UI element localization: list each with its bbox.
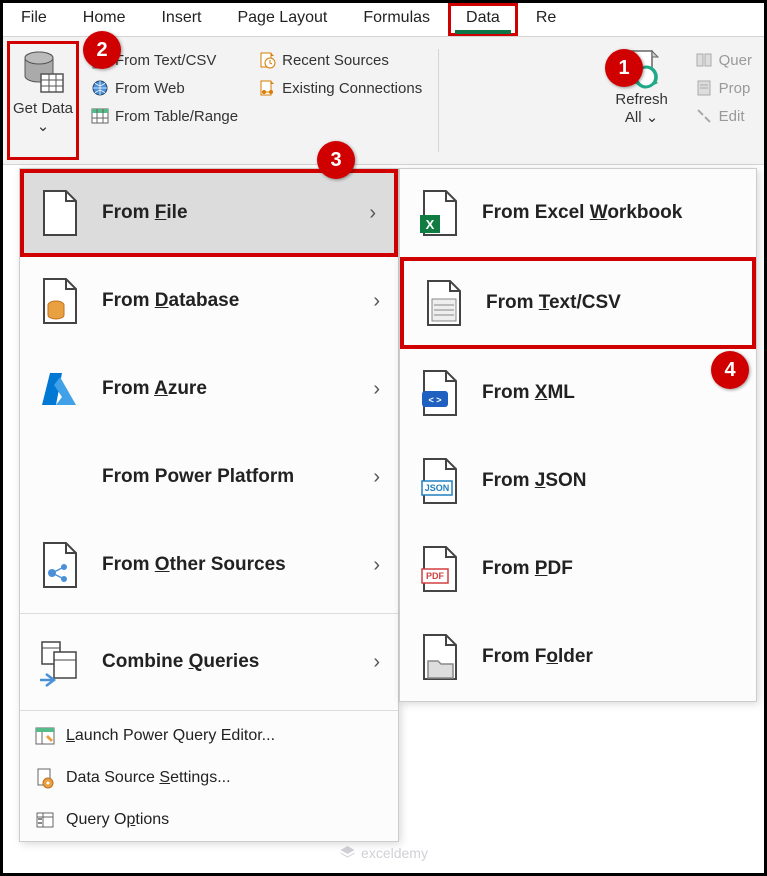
menu-label: Launch Power Query Editor... [66,727,275,745]
globe-icon [91,79,109,97]
menu-label: From File [102,202,188,224]
menu-label: From JSON [482,470,587,492]
ribbon-tabs: File Home Insert Page Layout Formulas Da… [3,3,764,37]
submenu-from-json[interactable]: JSON From JSON [400,437,756,525]
submenu-from-text-csv[interactable]: From Text/CSV [400,257,756,349]
azure-icon [38,363,82,415]
tab-data[interactable]: Data [448,3,518,36]
text-csv-file-icon [422,277,466,329]
tab-review[interactable]: Re [518,3,574,36]
other-sources-icon [38,539,82,591]
get-data-label: Get Data ⌄ [12,100,74,136]
svg-text:JSON: JSON [425,483,450,493]
chevron-right-icon: › [373,290,380,313]
xml-file-icon: < > [418,367,462,419]
options-icon [34,809,56,831]
callout-3: 3 [317,141,355,179]
from-web-ribbon[interactable]: From Web [85,75,244,101]
menu-from-database[interactable]: From Database › [20,257,398,345]
chevron-right-icon: › [373,378,380,401]
menu-separator [20,710,398,711]
menu-label: From XML [482,382,575,404]
folder-file-icon [418,631,462,683]
menu-label: Data Source Settings... [66,769,231,787]
ribbon-divider [438,49,439,152]
queries-icon [695,51,713,69]
get-data-menu: From File › From Database › From Azure ›… [19,168,399,842]
json-file-icon: JSON [418,455,462,507]
pq-editor-icon [34,725,56,747]
combine-icon [38,636,82,688]
callout-1: 1 [605,49,643,87]
menu-label: From PDF [482,558,573,580]
menu-from-other-sources[interactable]: From Other Sources › [20,521,398,609]
existing-connections-ribbon[interactable]: Existing Connections [252,75,428,101]
menu-label: From Azure [102,378,207,400]
watermark: exceldemy [339,845,428,861]
tab-file[interactable]: File [3,3,65,36]
excel-file-icon: X [418,187,462,239]
callout-4: 4 [711,351,749,389]
power-platform-icon [38,451,82,503]
menu-launch-pq[interactable]: Launch Power Query Editor... [20,715,398,757]
submenu-from-xml[interactable]: < > From XML [400,349,756,437]
properties-ribbon[interactable]: Prop [689,75,758,101]
settings-file-icon [34,767,56,789]
svg-text:PDF: PDF [426,571,445,581]
submenu-from-workbook[interactable]: X From Excel Workbook [400,169,756,257]
menu-query-options[interactable]: Query Options [20,799,398,841]
refresh-label: Refresh All ⌄ [607,91,677,127]
menu-label: Query Options [66,811,169,829]
edit-icon [695,107,713,125]
menu-label: From Text/CSV [486,292,621,314]
menu-from-power-platform[interactable]: From Power Platform › [20,433,398,521]
recent-icon [258,51,276,69]
table-icon [91,107,109,125]
from-table-range-ribbon[interactable]: From Table/Range [85,103,244,129]
menu-label: From Database [102,290,239,312]
submenu-from-folder[interactable]: From Folder [400,613,756,701]
svg-text:< >: < > [428,395,441,405]
menu-from-azure[interactable]: From Azure › [20,345,398,433]
file-icon [38,187,82,239]
menu-data-source-settings[interactable]: Data Source Settings... [20,757,398,799]
callout-2: 2 [83,31,121,69]
tab-formulas[interactable]: Formulas [345,3,448,36]
submenu-from-pdf[interactable]: PDF From PDF [400,525,756,613]
from-file-submenu: X From Excel Workbook From Text/CSV < > … [399,168,757,702]
connections-icon [258,79,276,97]
menu-label: From Power Platform [102,466,294,488]
queries-ribbon[interactable]: Quer [689,47,758,73]
pdf-file-icon: PDF [418,543,462,595]
svg-text:X: X [426,217,435,232]
chevron-right-icon: › [373,651,380,674]
menu-combine-queries[interactable]: Combine Queries › [20,618,398,706]
menu-from-file[interactable]: From File › [20,169,398,257]
watermark-icon [339,845,355,861]
tab-page-layout[interactable]: Page Layout [219,3,345,36]
tab-insert[interactable]: Insert [143,3,219,36]
menu-label: From Folder [482,646,593,668]
chevron-right-icon: › [369,202,376,225]
properties-icon [695,79,713,97]
chevron-right-icon: › [373,466,380,489]
menu-label: From Other Sources [102,554,286,576]
recent-sources-ribbon[interactable]: Recent Sources [252,47,428,73]
database-icon [19,48,67,96]
menu-label: Combine Queries [102,651,259,673]
chevron-right-icon: › [373,554,380,577]
ribbon-col-queries: Quer Prop Edit [687,41,760,160]
edit-links-ribbon[interactable]: Edit [689,103,758,129]
menu-label: From Excel Workbook [482,202,682,224]
database-file-icon [38,275,82,327]
get-data-button[interactable]: Get Data ⌄ [7,41,79,160]
menu-separator [20,613,398,614]
